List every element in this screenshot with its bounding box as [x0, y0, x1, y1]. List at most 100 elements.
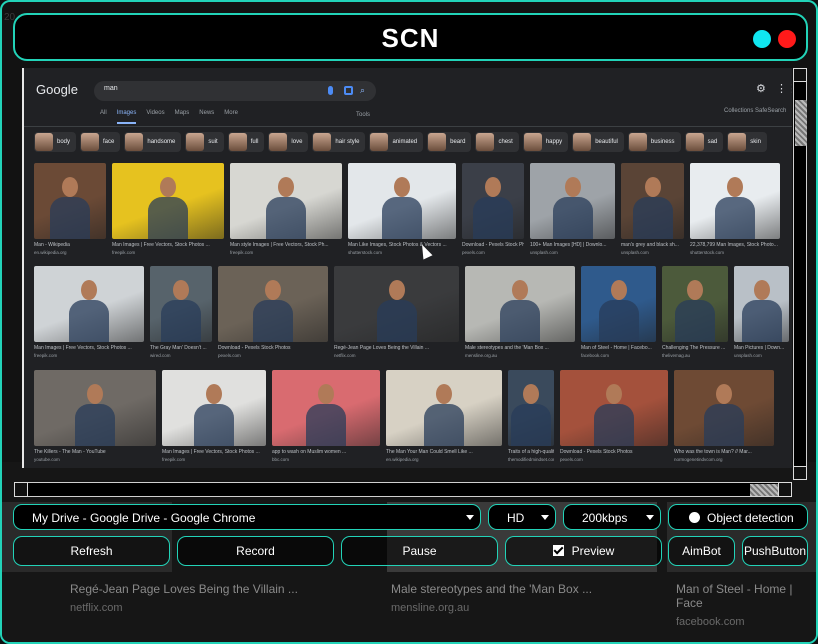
- window-select[interactable]: My Drive - Google Drive - Google Chrome: [13, 504, 481, 530]
- person-body-shape: [632, 197, 673, 239]
- image-result-thumbnail: [272, 370, 380, 446]
- person-head-shape: [388, 279, 405, 300]
- person-head-shape: [265, 279, 281, 300]
- person-head-shape: [610, 279, 627, 300]
- close-dot-icon[interactable]: [778, 30, 796, 48]
- refresh-button[interactable]: Refresh: [13, 536, 170, 566]
- image-result-caption: Man style Images | Free Vectors, Stock P…: [230, 242, 329, 248]
- radio-icon: [689, 512, 700, 523]
- person-body-shape: [194, 404, 234, 446]
- image-result-thumbnail: [581, 266, 656, 342]
- image-result-source: shutterstock.com: [348, 250, 383, 255]
- google-chip: beard: [427, 132, 472, 152]
- horizontal-scrollbar[interactable]: [14, 482, 792, 497]
- image-result-source: thelivemag.au: [662, 353, 691, 358]
- preview-checkbox[interactable]: Preview: [505, 536, 662, 566]
- chip-thumbnail: [628, 133, 647, 151]
- google-tab: News: [199, 110, 215, 116]
- image-result-thumbnail: [465, 266, 575, 342]
- pause-button[interactable]: Pause: [341, 536, 498, 566]
- google-chip: body: [34, 132, 77, 152]
- image-result-source: youtube.com: [34, 457, 60, 462]
- chevron-down-icon: [541, 515, 549, 520]
- scroll-left-button[interactable]: [14, 482, 28, 497]
- person-head-shape: [687, 279, 703, 300]
- scroll-down-button[interactable]: [793, 466, 807, 480]
- mic-icon: [328, 86, 333, 95]
- chip-thumbnail: [125, 133, 144, 151]
- person-body-shape: [594, 404, 634, 446]
- chip-label: skin: [750, 139, 761, 145]
- image-result-caption: The Gray Man' Doesn't ...: [150, 345, 207, 351]
- quality-select[interactable]: HD: [488, 504, 556, 530]
- scroll-right-button[interactable]: [778, 482, 792, 497]
- object-detection-label: Object detection: [707, 511, 794, 525]
- image-result-source: bbc.com: [272, 457, 290, 462]
- image-result-thumbnail: [112, 163, 224, 239]
- checkbox-checked-icon: [552, 545, 564, 557]
- divider: [24, 126, 792, 127]
- image-result-caption: man's grey and black sh...: [621, 242, 679, 248]
- person-head-shape: [436, 383, 452, 404]
- search-icon: ⌕: [360, 85, 366, 95]
- person-head-shape: [512, 279, 528, 300]
- record-button[interactable]: Record: [177, 536, 334, 566]
- capture-preview: Google man ⌕ ⚙ ⋮⋮ All Images Videos Maps New…: [22, 68, 792, 468]
- pushbutton-button[interactable]: PushButton: [742, 536, 808, 566]
- person-body-shape: [552, 197, 593, 239]
- vertical-scrollbar[interactable]: [793, 68, 807, 480]
- image-result-caption: Man Like Images, Stock Photos & Vectors …: [348, 242, 447, 248]
- image-result-thumbnail: [334, 266, 459, 342]
- image-result-source: pexels.com: [218, 353, 241, 358]
- image-result-source: en.wikipedia.org: [386, 457, 419, 462]
- chip-label: full: [250, 139, 259, 145]
- google-tab: More: [224, 110, 238, 116]
- person-head-shape: [160, 176, 176, 197]
- horizontal-scroll-track[interactable]: [28, 482, 790, 497]
- image-result-source: pexels.com: [560, 457, 583, 462]
- object-detection-toggle[interactable]: Object detection: [668, 504, 808, 530]
- google-chip: full: [227, 132, 265, 152]
- google-search-box: man ⌕: [94, 81, 376, 101]
- chevron-down-icon: [646, 515, 654, 520]
- image-result-source: themodifiedmindset.com: [508, 457, 554, 462]
- google-collections: Collections SafeSearch: [724, 108, 787, 114]
- vertical-scroll-thumb[interactable]: [795, 100, 807, 146]
- google-search-query: man: [104, 85, 118, 92]
- person-head-shape: [206, 383, 222, 404]
- lens-icon: [344, 86, 353, 95]
- image-result-thumbnail: [34, 370, 156, 446]
- person-body-shape: [598, 300, 639, 342]
- google-chip: beautiful: [572, 132, 624, 152]
- google-logo: Google: [36, 82, 78, 97]
- person-head-shape: [394, 176, 410, 197]
- chip-thumbnail: [476, 133, 495, 151]
- image-result-thumbnail: [508, 370, 554, 446]
- scroll-up-button[interactable]: [793, 68, 807, 82]
- bitrate-select[interactable]: 200kbps: [563, 504, 661, 530]
- title-bar[interactable]: SCN: [13, 13, 808, 61]
- preview-label: Preview: [571, 544, 615, 558]
- aimbot-button[interactable]: AimBot: [668, 536, 735, 566]
- person-body-shape: [424, 404, 464, 446]
- person-body-shape: [511, 404, 551, 446]
- person-head-shape: [753, 279, 770, 300]
- image-result-caption: Man of Steel - Home | Facebo...: [581, 345, 652, 351]
- minimize-dot-icon[interactable]: [753, 30, 771, 48]
- chip-thumbnail: [81, 133, 100, 151]
- image-result-source: freepik.com: [230, 250, 254, 255]
- image-result-caption: Download - Pexels Stock Photos: [560, 449, 633, 455]
- vertical-scroll-track[interactable]: [793, 82, 807, 466]
- person-head-shape: [716, 383, 732, 404]
- image-result-thumbnail: [462, 163, 524, 239]
- google-chip: handsome: [124, 132, 182, 152]
- image-result-source: freepik.com: [34, 353, 58, 358]
- chip-thumbnail: [186, 133, 205, 151]
- chip-label: love: [291, 139, 303, 145]
- image-result-thumbnail: [162, 370, 266, 446]
- google-chip: sad: [684, 132, 724, 152]
- google-tab: Videos: [146, 110, 165, 116]
- person-head-shape: [606, 383, 622, 404]
- image-result-thumbnail: [230, 163, 342, 239]
- google-header: Google man ⌕ ⚙ ⋮⋮ All Images Videos Maps New…: [24, 68, 792, 126]
